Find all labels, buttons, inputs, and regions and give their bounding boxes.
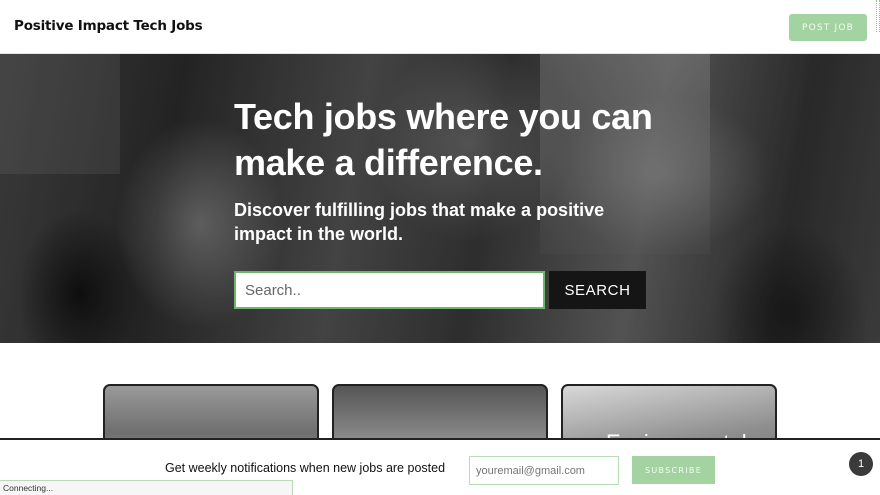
search-button[interactable]: SEARCH bbox=[549, 271, 646, 309]
site-header: Positive Impact Tech Jobs POST JOB bbox=[0, 0, 880, 54]
hero-subtitle: Discover fulfilling jobs that make a pos… bbox=[234, 200, 605, 244]
notification-badge[interactable]: 1 bbox=[849, 452, 873, 476]
brand-logo-text[interactable]: Positive Impact Tech Jobs bbox=[14, 18, 203, 34]
subscribe-button[interactable]: SUBSCRIBE bbox=[632, 456, 715, 484]
hero-banner: Tech jobs where you can make a differenc… bbox=[0, 54, 880, 343]
browser-status-bar: Connecting... bbox=[0, 480, 293, 495]
scroll-handle[interactable] bbox=[876, 0, 880, 32]
post-job-button[interactable]: POST JOB bbox=[789, 14, 867, 41]
job-search-input[interactable] bbox=[234, 271, 545, 309]
newsletter-text: Get weekly notifications when new jobs a… bbox=[165, 461, 446, 475]
newsletter-email-input[interactable] bbox=[469, 456, 619, 485]
hero-title: Tech jobs where you can make a differenc… bbox=[234, 96, 653, 183]
